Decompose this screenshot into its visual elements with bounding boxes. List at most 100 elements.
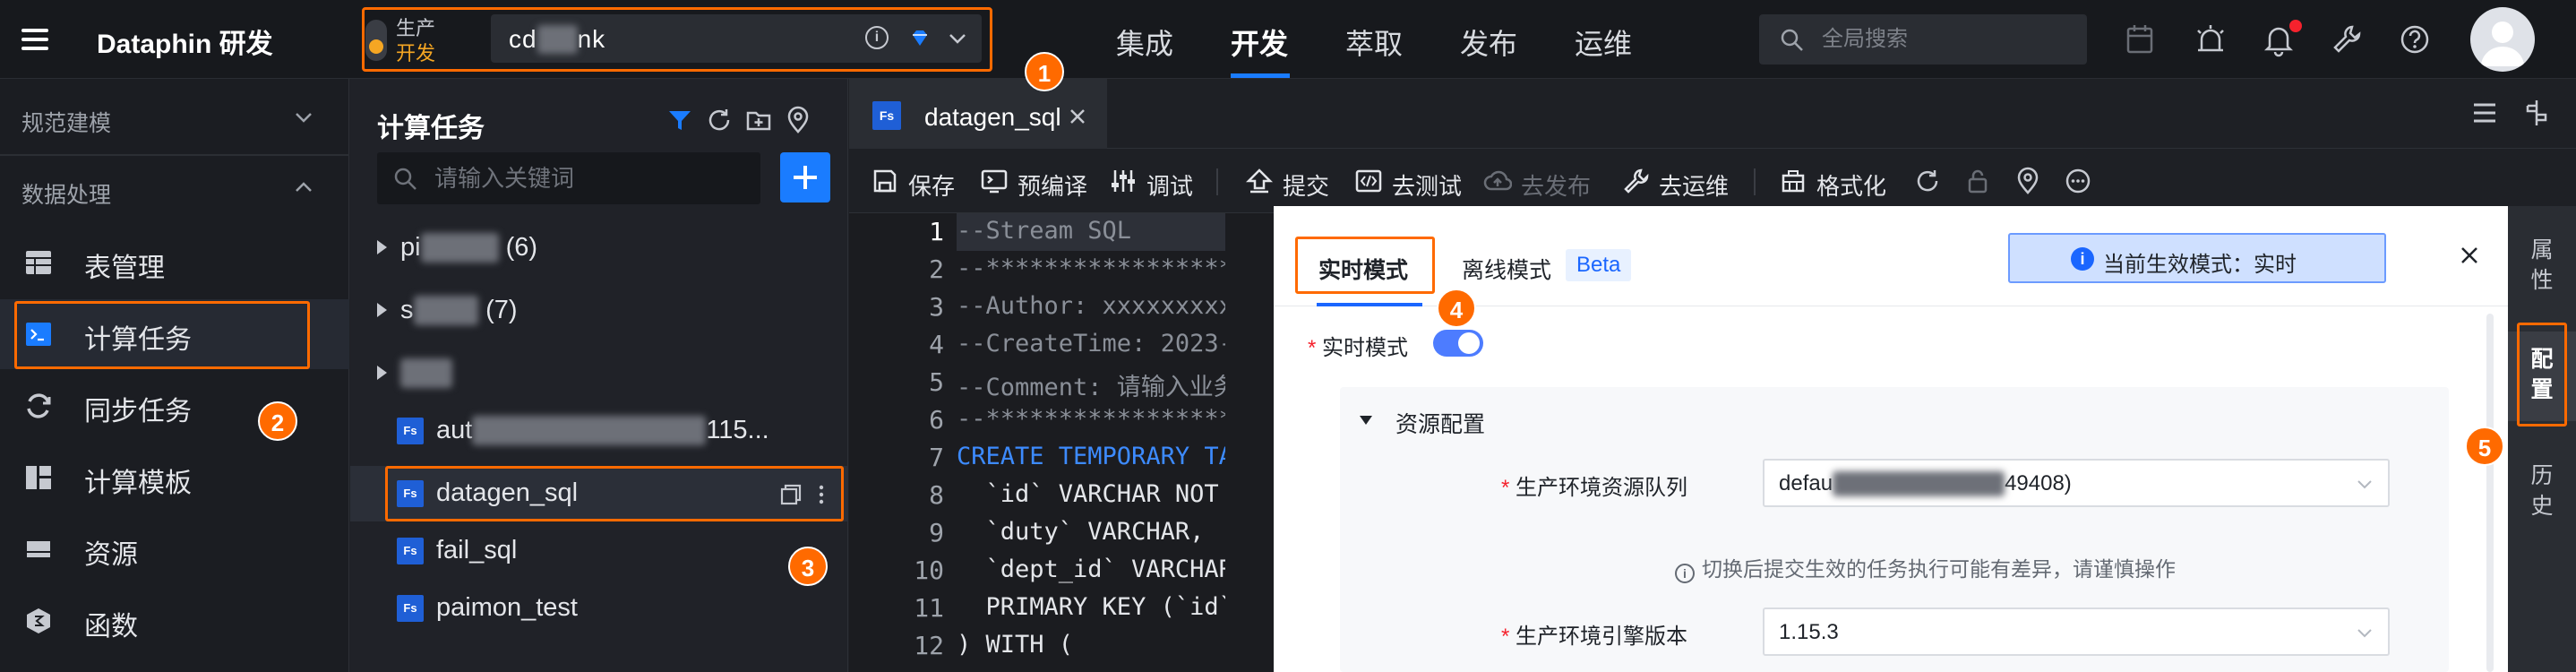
chevron-down-icon[interactable] xyxy=(292,106,315,129)
editor-tab-bar: Fs datagen_sql xyxy=(849,79,2576,149)
go-test-button[interactable]: 去测试 xyxy=(1354,149,1471,213)
project-name: cdxxxnk xyxy=(509,25,606,54)
debug-icon xyxy=(1112,170,1135,192)
precompile-button[interactable]: 预编译 xyxy=(980,149,1096,213)
nav-section-modeling[interactable]: 规范建模 xyxy=(21,106,111,138)
diamond-icon[interactable] xyxy=(908,27,932,50)
tab-offline-mode[interactable]: 离线模式 xyxy=(1462,253,1551,285)
app-root: Dataphin 研发 生产 开发 cdxxxnk i 集成 开发 萃取 发布 … xyxy=(0,0,2576,672)
sidebar-item-sync-tasks[interactable]: 同步任务 xyxy=(0,371,349,441)
topnav-publish[interactable]: 发布 xyxy=(1460,22,1517,63)
env-dev-label[interactable]: 开发 xyxy=(396,38,435,66)
engine-version-select[interactable]: 1.15.3 xyxy=(1763,607,2390,656)
sidebar-item-resources[interactable]: 资源 xyxy=(0,514,349,584)
topnav-integration[interactable]: 集成 xyxy=(1116,22,1173,63)
code-line: `dept_id` VARCHAR, xyxy=(957,556,1226,583)
debug-button[interactable]: 调试 xyxy=(1109,149,1198,213)
line-number: 8 xyxy=(929,480,944,510)
tree-file[interactable]: Fs autxxxxxxxxxxxxxxxxxx115... xyxy=(350,403,848,459)
location-icon[interactable] xyxy=(784,106,812,134)
menu-icon[interactable] xyxy=(20,23,52,56)
code-line: PRIMARY KEY (`id`) xyxy=(957,593,1226,621)
global-search-input[interactable] xyxy=(1759,14,2087,65)
caret-right-icon[interactable] xyxy=(377,366,387,380)
submit-button[interactable]: 提交 xyxy=(1245,149,1335,213)
tree-file[interactable]: Fs paimon_test xyxy=(350,581,848,636)
code-editor[interactable]: --Stream SQL --*************************… xyxy=(957,213,1225,672)
chevron-down-icon[interactable] xyxy=(946,27,969,50)
close-icon[interactable] xyxy=(2456,242,2483,269)
info-icon[interactable]: i xyxy=(865,26,889,49)
tree-search-input[interactable] xyxy=(377,152,760,204)
format-button[interactable]: 格式化 xyxy=(1779,149,1895,213)
tree-folder[interactable]: pixxxxxx (6) xyxy=(350,220,848,276)
sidebar-item-compute-templates[interactable]: 计算模板 xyxy=(0,443,349,513)
line-number: 3 xyxy=(929,292,944,322)
caret-right-icon[interactable] xyxy=(377,240,387,254)
sync-icon xyxy=(27,393,51,418)
add-task-button[interactable] xyxy=(780,152,830,202)
queue-select-value: defauxxxxxxxxxxxxxxxx49408) xyxy=(1779,471,2072,496)
nav-section-processing[interactable]: 数据处理 xyxy=(21,177,111,210)
topnav-develop[interactable]: 开发 xyxy=(1231,22,1288,63)
tree-file-label: autxxxxxxxxxxxxxxxxxx115... xyxy=(436,416,769,445)
help-icon[interactable] xyxy=(2397,22,2433,57)
code-line: --CreateTime: 2023-05 xyxy=(957,330,1225,358)
rail-properties[interactable]: 属性 xyxy=(2508,233,2576,296)
topnav-extract[interactable]: 萃取 xyxy=(1345,22,1403,63)
tab-datagen-sql[interactable]: Fs datagen_sql xyxy=(849,79,1107,149)
filter-icon[interactable] xyxy=(665,106,694,134)
tree-folder[interactable]: sxxxxx (7) xyxy=(350,283,848,339)
queue-select[interactable]: defauxxxxxxxxxxxxxxxx49408) xyxy=(1763,459,2390,507)
line-number: 5 xyxy=(929,367,944,397)
rail-history[interactable]: 历史 xyxy=(2508,459,2576,521)
info-icon: i xyxy=(2071,247,2094,271)
lock-icon[interactable] xyxy=(1963,167,1992,195)
close-icon[interactable] xyxy=(1064,103,1091,130)
code-line: `id` VARCHAR NOT NU xyxy=(985,480,1219,508)
config-rail-highlight xyxy=(2517,323,2567,426)
sidebar-item-functions[interactable]: 函数 xyxy=(0,586,349,656)
toolbar-divider xyxy=(1754,168,1756,195)
resource-config-title[interactable]: 资源配置 xyxy=(1395,407,1485,439)
go-ops-button[interactable]: 去运维 xyxy=(1621,149,1738,213)
more-horizontal-icon[interactable] xyxy=(2064,167,2092,195)
code-line: `duty` VARCHAR, xyxy=(957,518,1205,546)
caret-down-icon[interactable] xyxy=(1360,416,1372,425)
callout-marker-1: 1 xyxy=(1025,52,1064,91)
location-icon[interactable] xyxy=(2014,167,2042,195)
save-button[interactable]: 保存 xyxy=(871,149,960,213)
drawer-scrollbar[interactable] xyxy=(2486,314,2494,672)
table-icon xyxy=(26,251,51,274)
user-avatar-icon xyxy=(2481,22,2524,66)
wrench-icon[interactable] xyxy=(2329,22,2365,57)
chevron-down-icon xyxy=(2357,480,2372,489)
new-folder-icon[interactable] xyxy=(744,106,773,134)
line-number: 2 xyxy=(929,254,944,284)
code-line: --************************** xyxy=(957,405,1225,433)
list-icon[interactable] xyxy=(2469,97,2501,129)
tree-folder-label: xxxx xyxy=(400,358,452,388)
cloud-upload-icon xyxy=(1483,170,1512,191)
refresh-icon[interactable] xyxy=(1913,167,1942,195)
caret-right-icon[interactable] xyxy=(377,303,387,317)
tree-folder[interactable]: xxxx xyxy=(350,346,848,401)
template-icon xyxy=(26,466,51,489)
alarm-icon[interactable] xyxy=(2193,22,2228,57)
toolbar-divider xyxy=(1216,168,1218,195)
layout-icon[interactable] xyxy=(2520,97,2553,129)
line-number: 4 xyxy=(929,330,944,359)
chevron-up-icon[interactable] xyxy=(292,176,315,199)
realtime-mode-switch[interactable] xyxy=(1433,330,1483,357)
project-select[interactable]: cdxxxnk i xyxy=(491,14,982,63)
avatar[interactable] xyxy=(2470,7,2535,72)
calendar-icon[interactable] xyxy=(2123,22,2159,57)
queue-field-label: * 生产环境资源队列 xyxy=(1501,476,1688,500)
info-icon: i xyxy=(1675,564,1695,583)
callout-marker-4: 4 xyxy=(1437,289,1476,328)
go-publish-button[interactable]: 去发布 xyxy=(1483,149,1600,213)
tree-file[interactable]: Fs fail_sql xyxy=(350,523,848,579)
sidebar-item-tables[interactable]: 表管理 xyxy=(0,228,349,297)
topnav-ops[interactable]: 运维 xyxy=(1575,22,1632,63)
refresh-icon[interactable] xyxy=(705,106,734,134)
